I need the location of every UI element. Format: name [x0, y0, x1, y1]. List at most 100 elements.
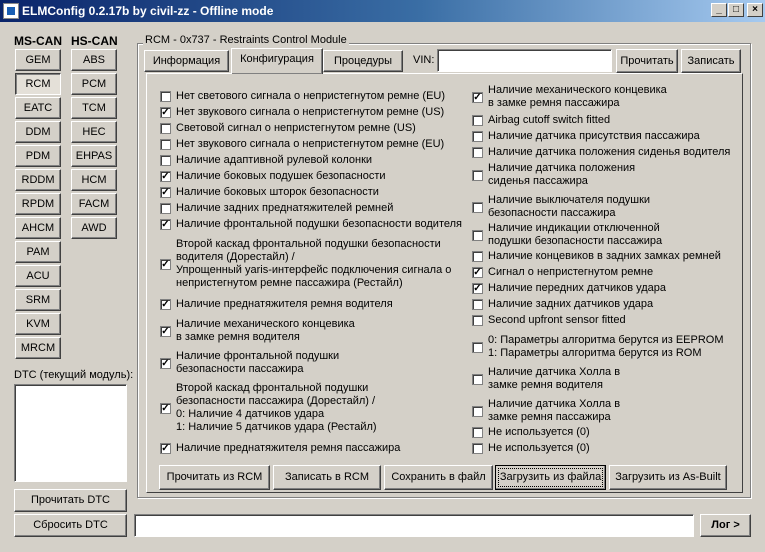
option-options_right-10[interactable]: ✓ Наличие передних датчиков удара: [472, 282, 666, 295]
checkbox-checked[interactable]: ✓: [160, 219, 171, 230]
hs-module-hcm[interactable]: HCM: [71, 169, 117, 191]
checkbox-unchecked[interactable]: [160, 91, 171, 102]
tab-configuration[interactable]: Конфигурация: [231, 48, 323, 74]
checkbox-unchecked[interactable]: [472, 202, 483, 213]
ms-module-eatc[interactable]: EATC: [15, 97, 61, 119]
checkbox-unchecked[interactable]: [472, 443, 483, 454]
option-options_right-3[interactable]: Наличие датчика присутствия пассажира: [472, 130, 700, 143]
option-options_left-5[interactable]: Наличие адаптивной рулевой колонки: [160, 154, 372, 167]
option-options_right-17[interactable]: Не используется (0): [472, 442, 590, 455]
load-from-file-button[interactable]: Загрузить из файла: [495, 465, 606, 490]
option-options_left-4[interactable]: Нет звукового сигнала о непристегнутом р…: [160, 138, 444, 151]
option-options_left-14[interactable]: ✓ Второй каскад фронтальной подушки безоп…: [160, 382, 377, 434]
ms-module-pam[interactable]: PAM: [15, 241, 61, 263]
option-options_left-1[interactable]: Нет светового сигнала о непристегнутом р…: [160, 90, 445, 103]
checkbox-unchecked[interactable]: [160, 139, 171, 150]
checkbox-unchecked[interactable]: [472, 147, 483, 158]
log-field[interactable]: [134, 514, 694, 537]
checkbox-unchecked[interactable]: [472, 115, 483, 126]
vin-input[interactable]: [437, 49, 612, 72]
option-options_right-8[interactable]: Наличие концевиков в задних замках ремне…: [472, 250, 721, 263]
checkbox-checked[interactable]: ✓: [160, 358, 171, 369]
option-options_right-16[interactable]: Не используется (0): [472, 426, 590, 439]
option-options_left-3[interactable]: Световой сигнал о непристегнутом ремне (…: [160, 122, 416, 135]
option-options_left-6[interactable]: ✓ Наличие боковых подушек безопасности: [160, 170, 386, 183]
checkbox-checked[interactable]: ✓: [160, 259, 171, 270]
maximize-button[interactable]: □: [728, 3, 744, 17]
checkbox-checked[interactable]: ✓: [160, 171, 171, 182]
option-options_right-7[interactable]: Наличие индикации отключенной подушки бе…: [472, 222, 662, 248]
checkbox-unchecked[interactable]: [472, 374, 483, 385]
option-options_left-8[interactable]: Наличие задних преднатяжителей ремней: [160, 202, 393, 215]
checkbox-checked[interactable]: ✓: [160, 326, 171, 337]
checkbox-checked[interactable]: ✓: [160, 107, 171, 118]
option-options_left-7[interactable]: ✓ Наличие боковых шторок безопасности: [160, 186, 379, 199]
checkbox-unchecked[interactable]: [472, 427, 483, 438]
minimize-button[interactable]: _: [711, 3, 727, 17]
option-options_right-11[interactable]: Наличие задних датчиков удара: [472, 298, 653, 311]
option-options_left-12[interactable]: ✓ Наличие механического концевика в замке…: [160, 318, 355, 344]
option-options_left-2[interactable]: ✓ Нет звукового сигнала о непристегнутом …: [160, 106, 444, 119]
hs-module-pcm[interactable]: PCM: [71, 73, 117, 95]
option-options_right-15[interactable]: Наличие датчика Холла в замке ремня пасс…: [472, 398, 620, 424]
ms-module-pdm[interactable]: PDM: [15, 145, 61, 167]
checkbox-unchecked[interactable]: [472, 170, 483, 181]
checkbox-unchecked[interactable]: [472, 230, 483, 241]
checkbox-unchecked[interactable]: [472, 131, 483, 142]
hs-module-tcm[interactable]: TCM: [71, 97, 117, 119]
tab-procedures[interactable]: Процедуры: [323, 50, 403, 72]
dtc-list[interactable]: [14, 384, 127, 482]
checkbox-unchecked[interactable]: [472, 315, 483, 326]
option-options_right-5[interactable]: Наличие датчика положения сиденья пассаж…: [472, 162, 635, 188]
option-options_right-14[interactable]: Наличие датчика Холла в замке ремня води…: [472, 366, 620, 392]
read-vin-button[interactable]: Прочитать: [616, 49, 678, 73]
write-to-module-button[interactable]: Записать в RCM: [273, 465, 381, 490]
checkbox-unchecked[interactable]: [472, 251, 483, 262]
hs-module-hec[interactable]: HEC: [71, 121, 117, 143]
option-options_right-6[interactable]: Наличие выключателя подушки безопасности…: [472, 194, 650, 220]
option-options_left-10[interactable]: ✓ Второй каскад фронтальной подушки безоп…: [160, 238, 451, 290]
checkbox-checked[interactable]: ✓: [160, 187, 171, 198]
checkbox-checked[interactable]: ✓: [472, 283, 483, 294]
option-options_right-4[interactable]: Наличие датчика положения сиденья водите…: [472, 146, 730, 159]
tab-info[interactable]: Информация: [144, 50, 229, 72]
option-options_right-2[interactable]: Airbag cutoff switch fitted: [472, 114, 610, 127]
hs-module-awd[interactable]: AWD: [71, 217, 117, 239]
checkbox-unchecked[interactable]: [160, 123, 171, 134]
ms-module-rpdm[interactable]: RPDM: [15, 193, 61, 215]
checkbox-unchecked[interactable]: [472, 406, 483, 417]
checkbox-checked[interactable]: ✓: [472, 267, 483, 278]
hs-module-abs[interactable]: ABS: [71, 49, 117, 71]
ms-module-rddm[interactable]: RDDM: [15, 169, 61, 191]
checkbox-unchecked[interactable]: [160, 203, 171, 214]
option-options_right-1[interactable]: ✓ Наличие механического концевика в замке…: [472, 84, 667, 110]
write-vin-button[interactable]: Записать: [681, 49, 741, 73]
load-from-asbuilt-button[interactable]: Загрузить из As-Built: [609, 465, 727, 490]
ms-module-kvm[interactable]: KVM: [15, 313, 61, 335]
close-button[interactable]: ×: [747, 3, 763, 17]
ms-module-ahcm[interactable]: AHCM: [15, 217, 61, 239]
option-options_right-9[interactable]: ✓ Сигнал о непристегнутом ремне: [472, 266, 653, 279]
hs-module-facm[interactable]: FACM: [71, 193, 117, 215]
checkbox-checked[interactable]: ✓: [160, 403, 171, 414]
option-options_left-13[interactable]: ✓ Наличие фронтальной подушки безопасност…: [160, 350, 339, 376]
option-options_left-11[interactable]: ✓ Наличие преднатяжителя ремня водителя: [160, 298, 393, 311]
checkbox-unchecked[interactable]: [472, 299, 483, 310]
hs-module-ehpas[interactable]: EHPAS: [71, 145, 117, 167]
ms-module-mrcm[interactable]: MRCM: [15, 337, 61, 359]
checkbox-checked[interactable]: ✓: [472, 92, 483, 103]
read-from-module-button[interactable]: Прочитать из RCM: [159, 465, 270, 490]
option-options_right-13[interactable]: 0: Параметры алгоритма берутся из EEPROM…: [472, 334, 724, 360]
ms-module-acu[interactable]: ACU: [15, 265, 61, 287]
read-dtc-button[interactable]: Прочитать DTC: [14, 489, 127, 512]
checkbox-checked[interactable]: ✓: [160, 443, 171, 454]
ms-module-ddm[interactable]: DDM: [15, 121, 61, 143]
reset-dtc-button[interactable]: Сбросить DTC: [14, 514, 127, 537]
log-button[interactable]: Лог >: [700, 514, 751, 537]
option-options_left-15[interactable]: ✓ Наличие преднатяжителя ремня пассажира: [160, 442, 400, 455]
ms-module-rcm[interactable]: RCM: [15, 73, 61, 95]
option-options_right-12[interactable]: Second upfront sensor fitted: [472, 314, 626, 327]
checkbox-checked[interactable]: ✓: [160, 299, 171, 310]
ms-module-gem[interactable]: GEM: [15, 49, 61, 71]
checkbox-unchecked[interactable]: [160, 155, 171, 166]
